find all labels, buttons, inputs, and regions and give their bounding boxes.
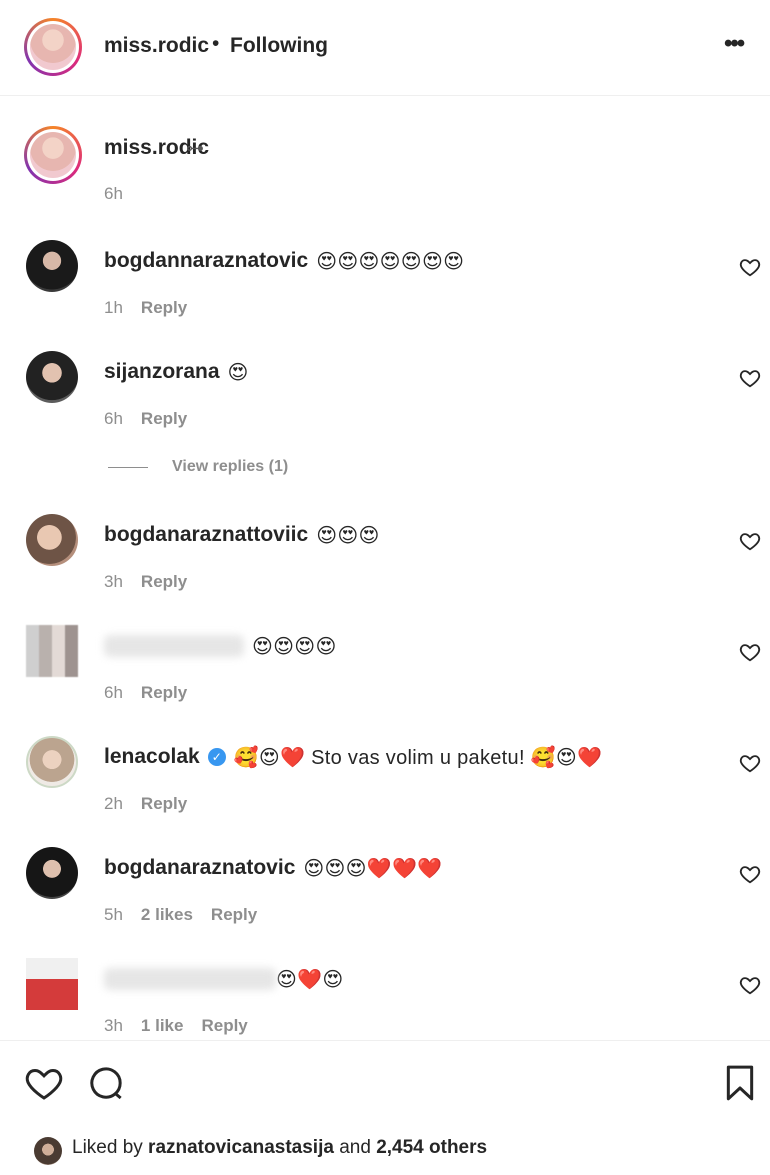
header-avatar[interactable]	[24, 18, 82, 76]
caption-timestamp: 6h	[104, 184, 123, 203]
commenter-avatar-blurred[interactable]	[26, 625, 78, 677]
comment-time: 5h	[104, 905, 123, 924]
reply-button[interactable]: Reply	[211, 905, 257, 925]
reply-button[interactable]: Reply	[141, 683, 187, 703]
comment-like-heart-icon[interactable]	[739, 641, 761, 663]
commenter-avatar[interactable]	[26, 514, 78, 566]
comment-text: 😍😍😍	[316, 524, 380, 547]
comment-like-heart-icon[interactable]	[739, 367, 761, 389]
liked-by-username[interactable]: raznatovicanastasija	[148, 1137, 334, 1158]
commenter-avatar[interactable]	[26, 240, 78, 292]
view-replies-label: View replies (1)	[172, 458, 289, 475]
liked-by-prefix: Liked by	[72, 1137, 149, 1158]
reply-button[interactable]: Reply	[141, 409, 187, 429]
comment-time: 3h	[104, 1016, 123, 1035]
comment-like-heart-icon[interactable]	[739, 752, 761, 774]
liked-by-and: and	[333, 1137, 377, 1158]
view-replies-button[interactable]: View replies (1)	[108, 458, 288, 476]
comment-username[interactable]: bogdanaraznattoviic	[104, 523, 308, 547]
comment-bubble-icon[interactable]	[86, 1063, 126, 1103]
comment-username[interactable]: lenacolak	[104, 745, 200, 769]
comment-time: 1h	[104, 298, 123, 317]
like-heart-icon[interactable]	[24, 1063, 64, 1103]
header-username[interactable]: miss.rodic	[104, 34, 209, 58]
liked-by-others[interactable]: 2,454 others	[376, 1137, 487, 1158]
blurred-username	[104, 635, 244, 657]
liked-by-text[interactable]: Liked by raznatovicanastasija and 2,454 …	[72, 1137, 487, 1159]
comment-like-heart-icon[interactable]	[739, 256, 761, 278]
reply-button[interactable]: Reply	[141, 572, 187, 592]
comment-text: 😍😍😍❤️❤️❤️	[303, 857, 443, 880]
view-replies-dash	[108, 466, 148, 468]
comment-username[interactable]: bogdanaraznatovic	[104, 856, 295, 880]
reply-button[interactable]: Reply	[141, 794, 187, 814]
bookmark-icon[interactable]	[720, 1063, 760, 1103]
commenter-avatar-blurred[interactable]	[26, 958, 78, 1010]
comment-item: 😍😍😍😍 6h Reply	[0, 625, 770, 725]
reply-button[interactable]: Reply	[141, 298, 187, 318]
comment-like-heart-icon[interactable]	[739, 530, 761, 552]
comment-likes-count[interactable]: 1 like	[141, 1016, 184, 1036]
comment-text: 😍❤️😍	[276, 968, 344, 991]
post-header: miss.rodic • Following •••	[0, 0, 770, 96]
comment-item: bogdanaraznattoviic 😍😍😍 3h Reply	[0, 514, 770, 614]
header-separator: •	[212, 32, 220, 55]
commenter-avatar[interactable]	[26, 351, 78, 403]
commenter-avatar[interactable]	[26, 736, 78, 788]
comment-time: 2h	[104, 794, 123, 813]
comment-username[interactable]: bogdannaraznatovic	[104, 249, 308, 273]
comment-item: bogdannaraznatovic 😍😍😍😍😍😍😍 1h Reply	[0, 240, 770, 340]
verified-badge-icon: ✓	[207, 748, 226, 766]
comment-text: 😍😍😍😍😍😍😍	[316, 250, 465, 273]
comment-item: lenacolak ✓ 🥰😍❤️ Sto vas volim u paketu!…	[0, 736, 770, 836]
comment-text: 🥰😍❤️ Sto vas volim u paketu! 🥰😍❤️	[233, 746, 603, 769]
comment-item: bogdanaraznatovic 😍😍😍❤️❤️❤️ 5h 2 likes R…	[0, 847, 770, 947]
liked-by-avatar[interactable]	[34, 1137, 62, 1165]
comment-time: 6h	[104, 409, 123, 428]
comment-time: 3h	[104, 572, 123, 591]
more-options-icon[interactable]: •••	[724, 30, 745, 58]
blurred-username	[104, 968, 276, 990]
comment-item: sijanzorana 😍 6h Reply	[0, 351, 770, 451]
following-button[interactable]: Following	[230, 34, 328, 58]
comment-text: 😍	[227, 361, 249, 384]
comment-like-heart-icon[interactable]	[739, 974, 761, 996]
comment-text: 😍😍😍😍	[252, 635, 337, 658]
comment-likes-count[interactable]: 2 likes	[141, 905, 193, 925]
caption-avatar[interactable]	[24, 126, 82, 184]
commenter-avatar[interactable]	[26, 847, 78, 899]
comment-time: 6h	[104, 683, 123, 702]
comment-username[interactable]: sijanzorana	[104, 360, 220, 384]
caption-symbol: ⊶	[186, 138, 204, 158]
comment-like-heart-icon[interactable]	[739, 863, 761, 885]
reply-button[interactable]: Reply	[201, 1016, 247, 1036]
post-actions-bar: Liked by raznatovicanastasija and 2,454 …	[0, 1040, 770, 1175]
